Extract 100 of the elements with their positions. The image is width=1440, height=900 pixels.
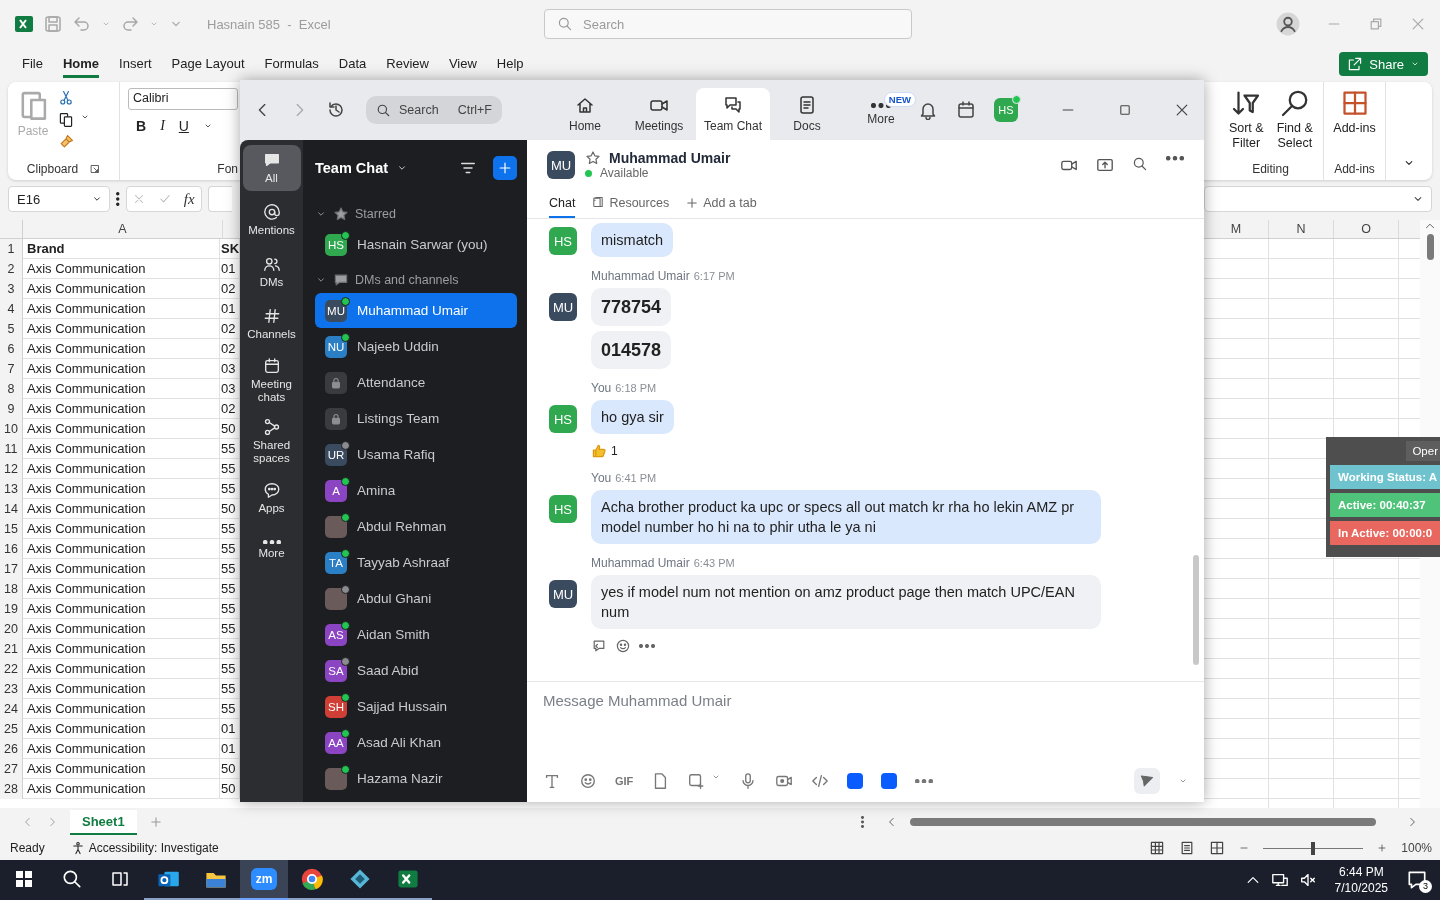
row-number[interactable]: 13 [0,479,23,499]
formula-field[interactable] [207,186,232,212]
zoom-in-icon[interactable] [1377,843,1388,853]
row-number[interactable]: 8 [0,379,23,399]
chat-list-item[interactable]: TA Tayyab Ashraaf [315,545,517,580]
row-number[interactable]: 11 [0,439,23,459]
share-button[interactable]: Share [1339,52,1428,76]
screenshot-icon[interactable] [687,772,706,790]
reply-icon[interactable] [591,638,607,654]
close-icon[interactable] [1174,102,1190,118]
speaker-muted-icon[interactable] [1298,871,1317,889]
scrollbar-thumb[interactable] [1426,234,1434,260]
ribbon-tab[interactable]: Data [338,50,367,78]
underline-button[interactable]: U [178,118,189,134]
sidebar-item[interactable]: Shared spaces [242,414,301,469]
sidebar-item[interactable]: More [242,527,301,573]
row-number[interactable]: 28 [0,779,23,799]
sort-filter-button[interactable]: Sort & Filter [1226,88,1267,151]
column-header[interactable]: O [1334,220,1399,238]
maximize-icon[interactable] [1118,103,1132,117]
ribbon-tab[interactable]: View [448,50,477,78]
ribbon-tab[interactable]: Help [496,50,524,78]
chat-list-item[interactable]: HS Hasnain Sarwar (you) [315,227,517,262]
more-icon[interactable] [861,816,864,828]
code-icon[interactable] [811,772,830,790]
row-number[interactable]: 15 [0,519,23,539]
chat-tab[interactable]: Add a tab [685,190,757,218]
scrollbar[interactable] [1193,555,1199,665]
chat-list-item[interactable]: Attendance [315,365,517,400]
row-number[interactable]: 10 [0,419,23,439]
gif-button[interactable]: GIF [615,775,634,787]
account-icon[interactable] [1276,12,1300,36]
chat-list-item[interactable]: Abdul Ghani [315,581,517,616]
ribbon-tab[interactable]: File [22,50,43,78]
reaction-count[interactable]: 1 [611,444,618,458]
accessibility-button[interactable]: Accessibility: Investigate [88,841,219,855]
find-select-button[interactable]: Find & Select [1274,88,1315,151]
search-icon[interactable] [1132,156,1148,172]
panel-title[interactable]: Team Chat [315,160,389,176]
row-number[interactable]: 23 [0,679,23,699]
row-number[interactable]: 7 [0,359,23,379]
calendar-icon[interactable] [956,100,976,120]
sidebar-item[interactable]: All [242,145,301,191]
slider-thumb[interactable] [1311,841,1316,855]
row-number[interactable]: 26 [0,739,23,759]
chat-list-item[interactable]: Abdul Rehman [315,509,517,544]
nav-tab[interactable]: Docs [770,88,844,140]
app-icon[interactable] [847,773,864,789]
share-screen-icon[interactable] [1096,156,1114,174]
row-number[interactable]: 14 [0,499,23,519]
insert-function-button[interactable]: fx [183,190,195,208]
text-format-icon[interactable] [543,772,561,790]
row-number[interactable]: 25 [0,719,23,739]
row-number[interactable]: 20 [0,619,23,639]
column-header[interactable]: N [1269,220,1334,238]
row-number[interactable]: 5 [0,319,23,339]
emoji-icon[interactable] [615,638,631,654]
chat-tab[interactable]: Chat [549,190,576,218]
ribbon-tab[interactable]: Formulas [264,50,319,78]
font-name-field[interactable]: Calibri [128,88,238,110]
add-ins-button[interactable]: Add-ins [1332,88,1377,136]
row-number[interactable]: 9 [0,399,23,419]
ribbon-tab[interactable]: Page Layout [171,50,245,78]
nav-tab[interactable]: Meetings [622,88,696,140]
section-title[interactable]: Starred [355,207,396,221]
app-icon[interactable] [881,773,898,789]
bell-icon[interactable] [918,100,938,120]
chat-list-item[interactable]: MU Muhammad Umair [315,293,517,328]
row-number[interactable]: 3 [0,279,23,299]
ribbon-tab[interactable]: Review [386,50,429,78]
row-number[interactable]: 27 [0,759,23,779]
chat-list-item[interactable]: A Amina [315,473,517,508]
row-number[interactable]: 18 [0,579,23,599]
sidebar-item[interactable]: DMs [242,249,301,295]
sheet-tab[interactable]: Sheet1 [70,809,137,835]
row-number[interactable]: 17 [0,559,23,579]
scissors-icon[interactable] [58,90,74,106]
chat-list-item[interactable]: UR Usama Rafiq [315,437,517,472]
emoji-icon[interactable] [579,772,597,790]
new-chat-button[interactable] [493,156,517,180]
chat-list-item[interactable]: SA Saad Abid [315,653,517,688]
history-icon[interactable] [326,100,346,120]
chat-tab[interactable]: Resources [591,190,670,218]
chat-list-item[interactable]: AS Aidan Smith [315,617,517,652]
page-break-icon[interactable] [1209,840,1226,856]
row-number[interactable]: 21 [0,639,23,659]
chat-list-item[interactable]: AA Asad Ali Khan [315,725,517,760]
normal-view-icon[interactable] [1149,840,1166,856]
network-icon[interactable] [1270,871,1289,889]
notifications-button[interactable]: 3 [1406,869,1430,891]
row-number[interactable]: 24 [0,699,23,719]
ribbon-tab[interactable]: Insert [119,50,152,78]
copy-icon[interactable] [58,112,74,128]
row-number[interactable]: 19 [0,599,23,619]
more-icon[interactable] [1166,156,1184,161]
search-field[interactable]: Search Ctrl+F [366,96,502,124]
formula-field[interactable] [1204,186,1432,212]
nav-tab[interactable]: Team Chat [696,88,770,140]
paintbrush-icon[interactable] [58,134,74,150]
name-box[interactable]: E16 [8,186,110,212]
